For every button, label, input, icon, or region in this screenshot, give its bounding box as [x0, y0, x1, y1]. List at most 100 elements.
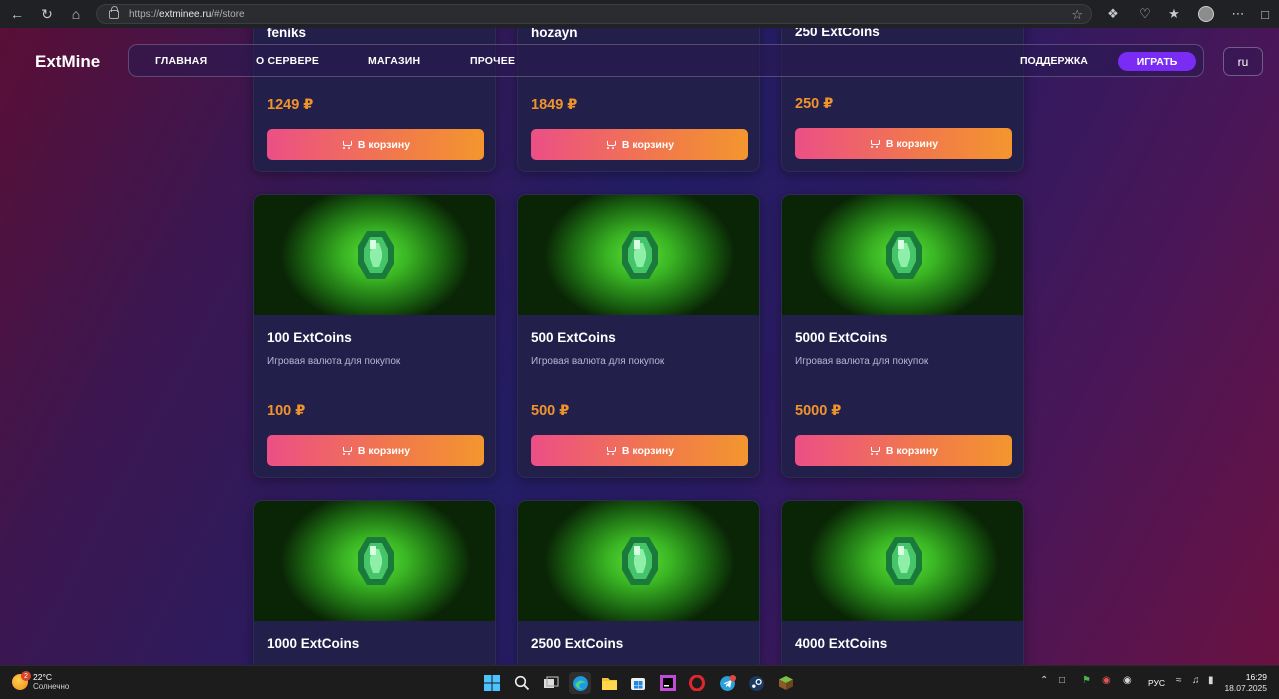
snipping-tool-icon[interactable]: □ [1059, 675, 1065, 686]
language-switch[interactable]: ru [1223, 47, 1263, 76]
battery-icon[interactable]: ▮ [1208, 675, 1214, 686]
taskbar: 2 22°C Солнечно ⌃ □ ⚑ ◉ ◉ РУС ≈ ♫ ▮ 16:2… [0, 665, 1279, 699]
product-description: Игровая валюта для покупок [531, 356, 665, 367]
flag-icon[interactable]: ⚑ [1082, 675, 1091, 686]
product-price: 500 ₽ [531, 403, 570, 419]
back-icon[interactable]: ← [2, 0, 32, 28]
search-icon[interactable] [511, 672, 533, 694]
product-image [782, 195, 1023, 315]
product-description: Игровая валюта для покупок [795, 356, 929, 367]
reload-icon[interactable]: ↻ [32, 0, 62, 28]
system-clock[interactable]: 16:29 18.07.2025 [1224, 672, 1267, 694]
emerald-icon [622, 537, 658, 585]
url-text: https://extminee.ru/#/store [129, 8, 245, 20]
product-title: 5000 ExtCoins [795, 330, 888, 345]
product-card: 2500 ExtCoins [517, 500, 760, 665]
address-bar[interactable]: https://extminee.ru/#/store ☆ [96, 4, 1092, 24]
product-card: 1000 ExtCoins [253, 500, 496, 665]
add-to-cart-button[interactable]: В корзину [795, 435, 1012, 466]
emerald-icon [358, 537, 394, 585]
steam-icon[interactable] [745, 672, 767, 694]
emerald-icon [622, 231, 658, 279]
minecraft-launcher-icon[interactable] [775, 672, 797, 694]
store-app-icon[interactable] [627, 672, 649, 694]
product-price: 1849 ₽ [531, 97, 578, 113]
product-title: 2500 ExtCoins [531, 636, 624, 651]
product-card: 4000 ExtCoins [781, 500, 1024, 665]
cart-icon [605, 140, 616, 149]
nav-home[interactable]: ГЛАВНАЯ [155, 55, 207, 67]
weather-temperature: 22°C [33, 672, 52, 682]
cart-icon [869, 446, 880, 455]
product-card: 500 ExtCoins Игровая валюта для покупок … [517, 194, 760, 478]
nav-support[interactable]: ПОДДЕРЖКА [1020, 55, 1088, 67]
cart-icon [605, 446, 616, 455]
nav-about[interactable]: О СЕРВЕРЕ [256, 55, 319, 67]
product-image [254, 195, 495, 315]
product-card: 5000 ExtCoins Игровая валюта для покупок… [781, 194, 1024, 478]
edge-browser-icon[interactable] [569, 672, 591, 694]
product-price: 5000 ₽ [795, 403, 842, 419]
home-icon[interactable]: ⌂ [61, 0, 91, 28]
cart-icon [341, 446, 352, 455]
product-price: 100 ₽ [267, 403, 306, 419]
cart-icon [341, 140, 352, 149]
store-page: feniks 1249 ₽ В корзину hozayn 1849 ₽ В … [0, 28, 1279, 665]
product-title: 500 ExtCoins [531, 330, 616, 345]
add-to-cart-button[interactable]: В корзину [795, 128, 1012, 159]
favorite-star-icon[interactable]: ☆ [1071, 7, 1083, 23]
add-to-cart-button[interactable]: В корзину [531, 129, 748, 160]
chrome-icon[interactable]: ◉ [1102, 675, 1111, 686]
nav-other[interactable]: ПРОЧЕЕ [470, 55, 515, 67]
play-button[interactable]: ИГРАТЬ [1118, 52, 1196, 71]
clock-date: 18.07.2025 [1224, 683, 1267, 693]
telegram-icon[interactable] [716, 672, 738, 694]
weather-widget[interactable]: 2 22°C Солнечно [12, 671, 70, 692]
product-image [518, 501, 759, 621]
tray-overflow-icon[interactable]: ⌃ [1040, 675, 1048, 686]
product-description: Игровая валюта для покупок [267, 356, 401, 367]
jetbrains-icon[interactable] [657, 672, 679, 694]
steam-tray-icon[interactable]: ◉ [1123, 675, 1132, 686]
emerald-icon [886, 231, 922, 279]
task-view-icon[interactable] [540, 672, 562, 694]
product-title: 100 ExtCoins [267, 330, 352, 345]
cart-icon [869, 139, 880, 148]
weather-condition: Солнечно [33, 682, 70, 691]
favorites-icon[interactable]: ★ [1161, 0, 1187, 28]
product-title: feniks [267, 28, 307, 40]
volume-icon[interactable]: ♫ [1192, 675, 1200, 686]
wifi-icon[interactable]: ≈ [1176, 675, 1182, 686]
browser-essentials-icon[interactable]: ♡ [1132, 0, 1158, 28]
main-nav: ГЛАВНАЯ О СЕРВЕРЕ МАГАЗИН ПРОЧЕЕ ПОДДЕРЖ… [128, 44, 1204, 77]
notification-badge: 2 [21, 671, 31, 681]
add-to-cart-button[interactable]: В корзину [267, 129, 484, 160]
browser-toolbar: ← ↻ ⌂ https://extminee.ru/#/store ☆ ❖ ♡ … [0, 0, 1279, 28]
product-image [518, 195, 759, 315]
product-image [254, 501, 495, 621]
product-image [782, 501, 1023, 621]
product-card: 100 ExtCoins Игровая валюта для покупок … [253, 194, 496, 478]
nav-store[interactable]: МАГАЗИН [368, 55, 420, 67]
extensions-icon[interactable]: ❖ [1100, 0, 1126, 28]
lock-icon [109, 5, 119, 19]
add-to-cart-button[interactable]: В корзину [267, 435, 484, 466]
clock-time: 16:29 [1245, 672, 1267, 682]
sidebar-toggle-icon[interactable]: □ [1252, 0, 1278, 28]
profile-avatar[interactable] [1193, 0, 1219, 28]
more-menu-icon[interactable]: ⋯ [1225, 0, 1251, 28]
input-language[interactable]: РУС [1148, 678, 1165, 688]
opera-icon[interactable] [686, 672, 708, 694]
site-logo[interactable]: ExtMine [35, 52, 100, 72]
product-price: 1249 ₽ [267, 97, 314, 113]
start-icon[interactable] [481, 672, 503, 694]
add-to-cart-button[interactable]: В корзину [531, 435, 748, 466]
product-title: 4000 ExtCoins [795, 636, 888, 651]
emerald-icon [358, 231, 394, 279]
file-explorer-icon[interactable] [598, 672, 620, 694]
sun-icon: 2 [12, 671, 31, 690]
product-title: 250 ExtCoins [795, 28, 880, 39]
product-price: 250 ₽ [795, 96, 834, 112]
product-title: hozayn [531, 28, 578, 40]
product-title: 1000 ExtCoins [267, 636, 360, 651]
